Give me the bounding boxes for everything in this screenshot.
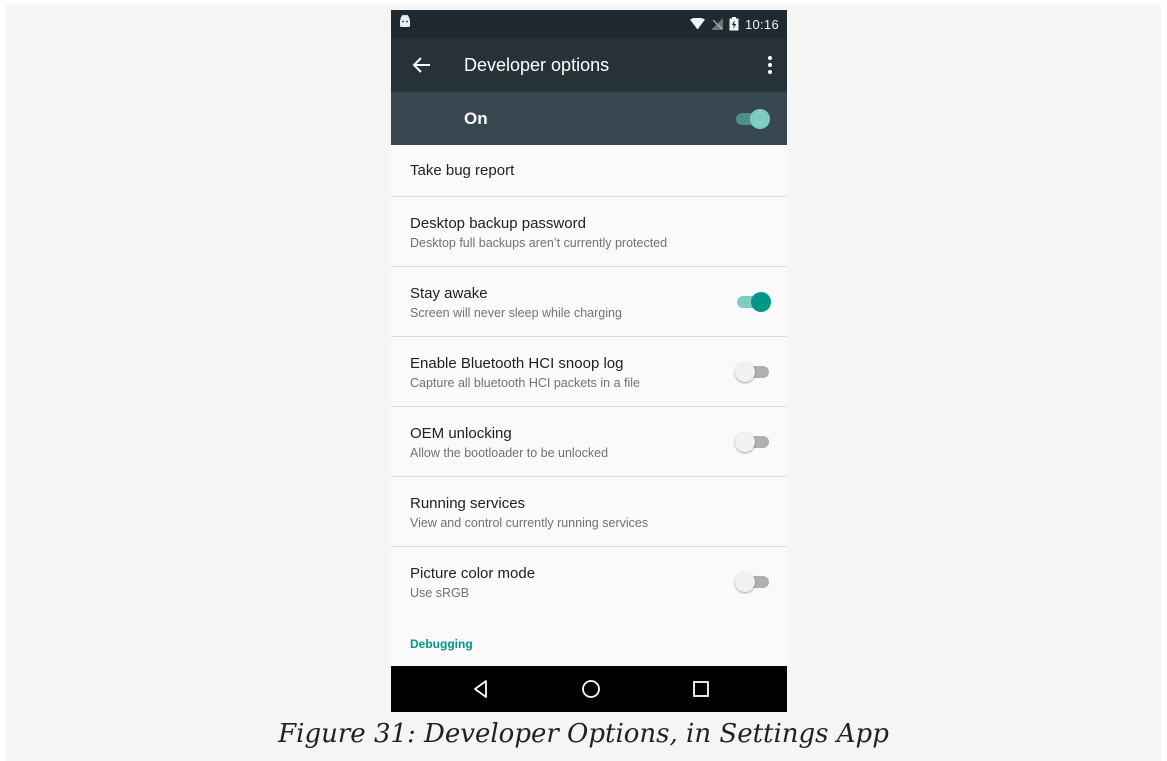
- bluetooth-snoop-toggle-switch[interactable]: [735, 361, 771, 383]
- setting-bluetooth-hci-snoop-log[interactable]: Enable Bluetooth HCI snoop log Capture a…: [391, 337, 787, 407]
- page-title: Developer options: [464, 55, 610, 75]
- master-switch-bar[interactable]: On: [391, 92, 787, 145]
- home-circle-icon[interactable]: [579, 677, 603, 701]
- more-vert-icon[interactable]: [767, 53, 773, 77]
- setting-title: Enable Bluetooth HCI snoop log: [410, 355, 624, 372]
- setting-title: Take bug report: [410, 162, 515, 179]
- setting-summary: Desktop full backups aren’t currently pr…: [410, 236, 668, 250]
- switch-thumb: [735, 432, 755, 452]
- setting-oem-unlocking[interactable]: OEM unlocking Allow the bootloader to be…: [391, 407, 787, 477]
- setting-summary: View and control currently running servi…: [410, 516, 649, 530]
- master-toggle-switch[interactable]: [734, 108, 770, 130]
- setting-running-services[interactable]: Running services View and control curren…: [391, 477, 787, 547]
- no-signal-icon: [710, 18, 723, 30]
- battery-charging-icon: [729, 17, 739, 31]
- setting-desktop-backup-password[interactable]: Desktop backup password Desktop full bac…: [391, 197, 787, 267]
- recents-square-icon[interactable]: [689, 677, 713, 701]
- setting-title: Stay awake: [410, 285, 488, 302]
- setting-summary: Use sRGB: [410, 586, 470, 600]
- back-triangle-icon[interactable]: [469, 677, 493, 701]
- wifi-icon: [689, 18, 705, 30]
- switch-thumb: [735, 572, 755, 592]
- android-icon: [400, 14, 410, 27]
- phone-screen: 10:16 Developer options On Take bug repo…: [391, 10, 787, 712]
- category-header-debugging: Debugging: [410, 637, 473, 651]
- setting-summary: Screen will never sleep while charging: [410, 306, 622, 320]
- setting-title: OEM unlocking: [410, 425, 512, 442]
- app-bar: Developer options: [391, 38, 787, 92]
- picture-color-mode-toggle-switch[interactable]: [735, 571, 771, 593]
- setting-take-bug-report[interactable]: Take bug report: [391, 145, 787, 197]
- setting-summary: Capture all bluetooth HCI packets in a f…: [410, 376, 640, 390]
- setting-stay-awake[interactable]: Stay awake Screen will never sleep while…: [391, 267, 787, 337]
- master-switch-label: On: [464, 109, 488, 128]
- oem-unlocking-toggle-switch[interactable]: [735, 431, 771, 453]
- navigation-bar: [391, 666, 787, 712]
- setting-title: Running services: [410, 495, 526, 512]
- arrow-left-icon[interactable]: [411, 54, 433, 76]
- status-clock: 10:16: [744, 16, 779, 32]
- switch-thumb: [750, 109, 770, 129]
- setting-title: Picture color mode: [410, 565, 536, 582]
- setting-title: Desktop backup password: [410, 215, 586, 232]
- figure-caption: Figure 31: Developer Options, in Setting…: [278, 719, 889, 749]
- setting-picture-color-mode[interactable]: Picture color mode Use sRGB: [391, 547, 787, 617]
- stay-awake-toggle-switch[interactable]: [735, 291, 771, 313]
- setting-summary: Allow the bootloader to be unlocked: [410, 446, 609, 460]
- status-bar: 10:16: [391, 10, 787, 38]
- settings-list: Take bug report Desktop backup password …: [391, 145, 787, 617]
- switch-thumb: [735, 362, 755, 382]
- switch-thumb: [751, 292, 771, 312]
